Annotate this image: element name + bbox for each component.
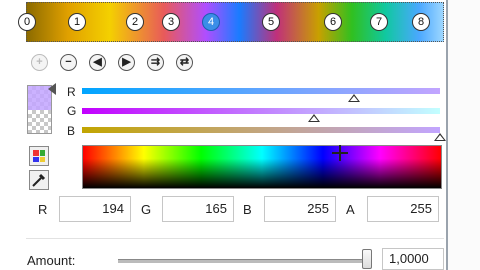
- red-slider-thumb[interactable]: [348, 94, 361, 102]
- reverse-icon[interactable]: ⇄: [176, 54, 193, 71]
- blue-value-field[interactable]: 255: [264, 196, 336, 222]
- gradient-stop-6[interactable]: 6: [324, 13, 342, 31]
- gradient-stop-5[interactable]: 5: [262, 13, 280, 31]
- move-right-icon[interactable]: ▶: [118, 54, 135, 71]
- gradient-stop-4[interactable]: 4: [202, 13, 220, 31]
- window-edge: [448, 0, 480, 270]
- amount-label: Amount:: [27, 253, 76, 268]
- hue-saturation-field[interactable]: [82, 145, 442, 189]
- remove-stop-icon[interactable]: −: [60, 54, 77, 71]
- green-value-field[interactable]: 165: [162, 196, 234, 222]
- field-label-b: B: [243, 202, 252, 217]
- red-slider-track[interactable]: [82, 88, 440, 94]
- eyedropper-icon: [32, 173, 46, 187]
- color-picker-crosshair-icon[interactable]: [332, 145, 348, 161]
- green-slider-track[interactable]: [82, 108, 440, 114]
- slider-label-r: R: [67, 85, 76, 99]
- gradient-stop-0[interactable]: 0: [18, 13, 36, 31]
- amount-slider-track[interactable]: [118, 259, 368, 263]
- gradient-stop-7[interactable]: 7: [370, 13, 388, 31]
- alpha-value-field[interactable]: 255: [367, 196, 439, 222]
- gradient-strip[interactable]: 012345678: [18, 2, 444, 42]
- eyedropper-button[interactable]: [29, 170, 49, 190]
- field-label-g: G: [141, 202, 152, 217]
- gradient-stop-1[interactable]: 1: [68, 13, 86, 31]
- gradient-stop-2[interactable]: 2: [126, 13, 144, 31]
- gradient-stop-8[interactable]: 8: [412, 13, 430, 31]
- divider: [26, 238, 444, 239]
- amount-slider-thumb[interactable]: [362, 249, 372, 269]
- blue-slider-thumb[interactable]: [434, 133, 446, 141]
- amount-value-field[interactable]: 1,0000: [382, 248, 444, 270]
- palette-icon: [33, 150, 45, 162]
- move-left-icon[interactable]: ◀: [89, 54, 106, 71]
- swatch-pointer-icon: [48, 83, 56, 95]
- add-stop-icon[interactable]: +: [31, 54, 48, 71]
- field-label-r: R: [38, 202, 48, 217]
- slider-label-g: G: [67, 104, 77, 118]
- red-value-field[interactable]: 194: [59, 196, 131, 222]
- field-label-a: A: [346, 202, 355, 217]
- distribute-icon[interactable]: ⇉: [147, 54, 164, 71]
- palette-mode-button[interactable]: [29, 146, 49, 166]
- slider-label-b: B: [67, 124, 76, 138]
- green-slider-thumb[interactable]: [307, 114, 320, 122]
- gradient-stop-3[interactable]: 3: [162, 13, 180, 31]
- blue-slider-track[interactable]: [82, 127, 440, 133]
